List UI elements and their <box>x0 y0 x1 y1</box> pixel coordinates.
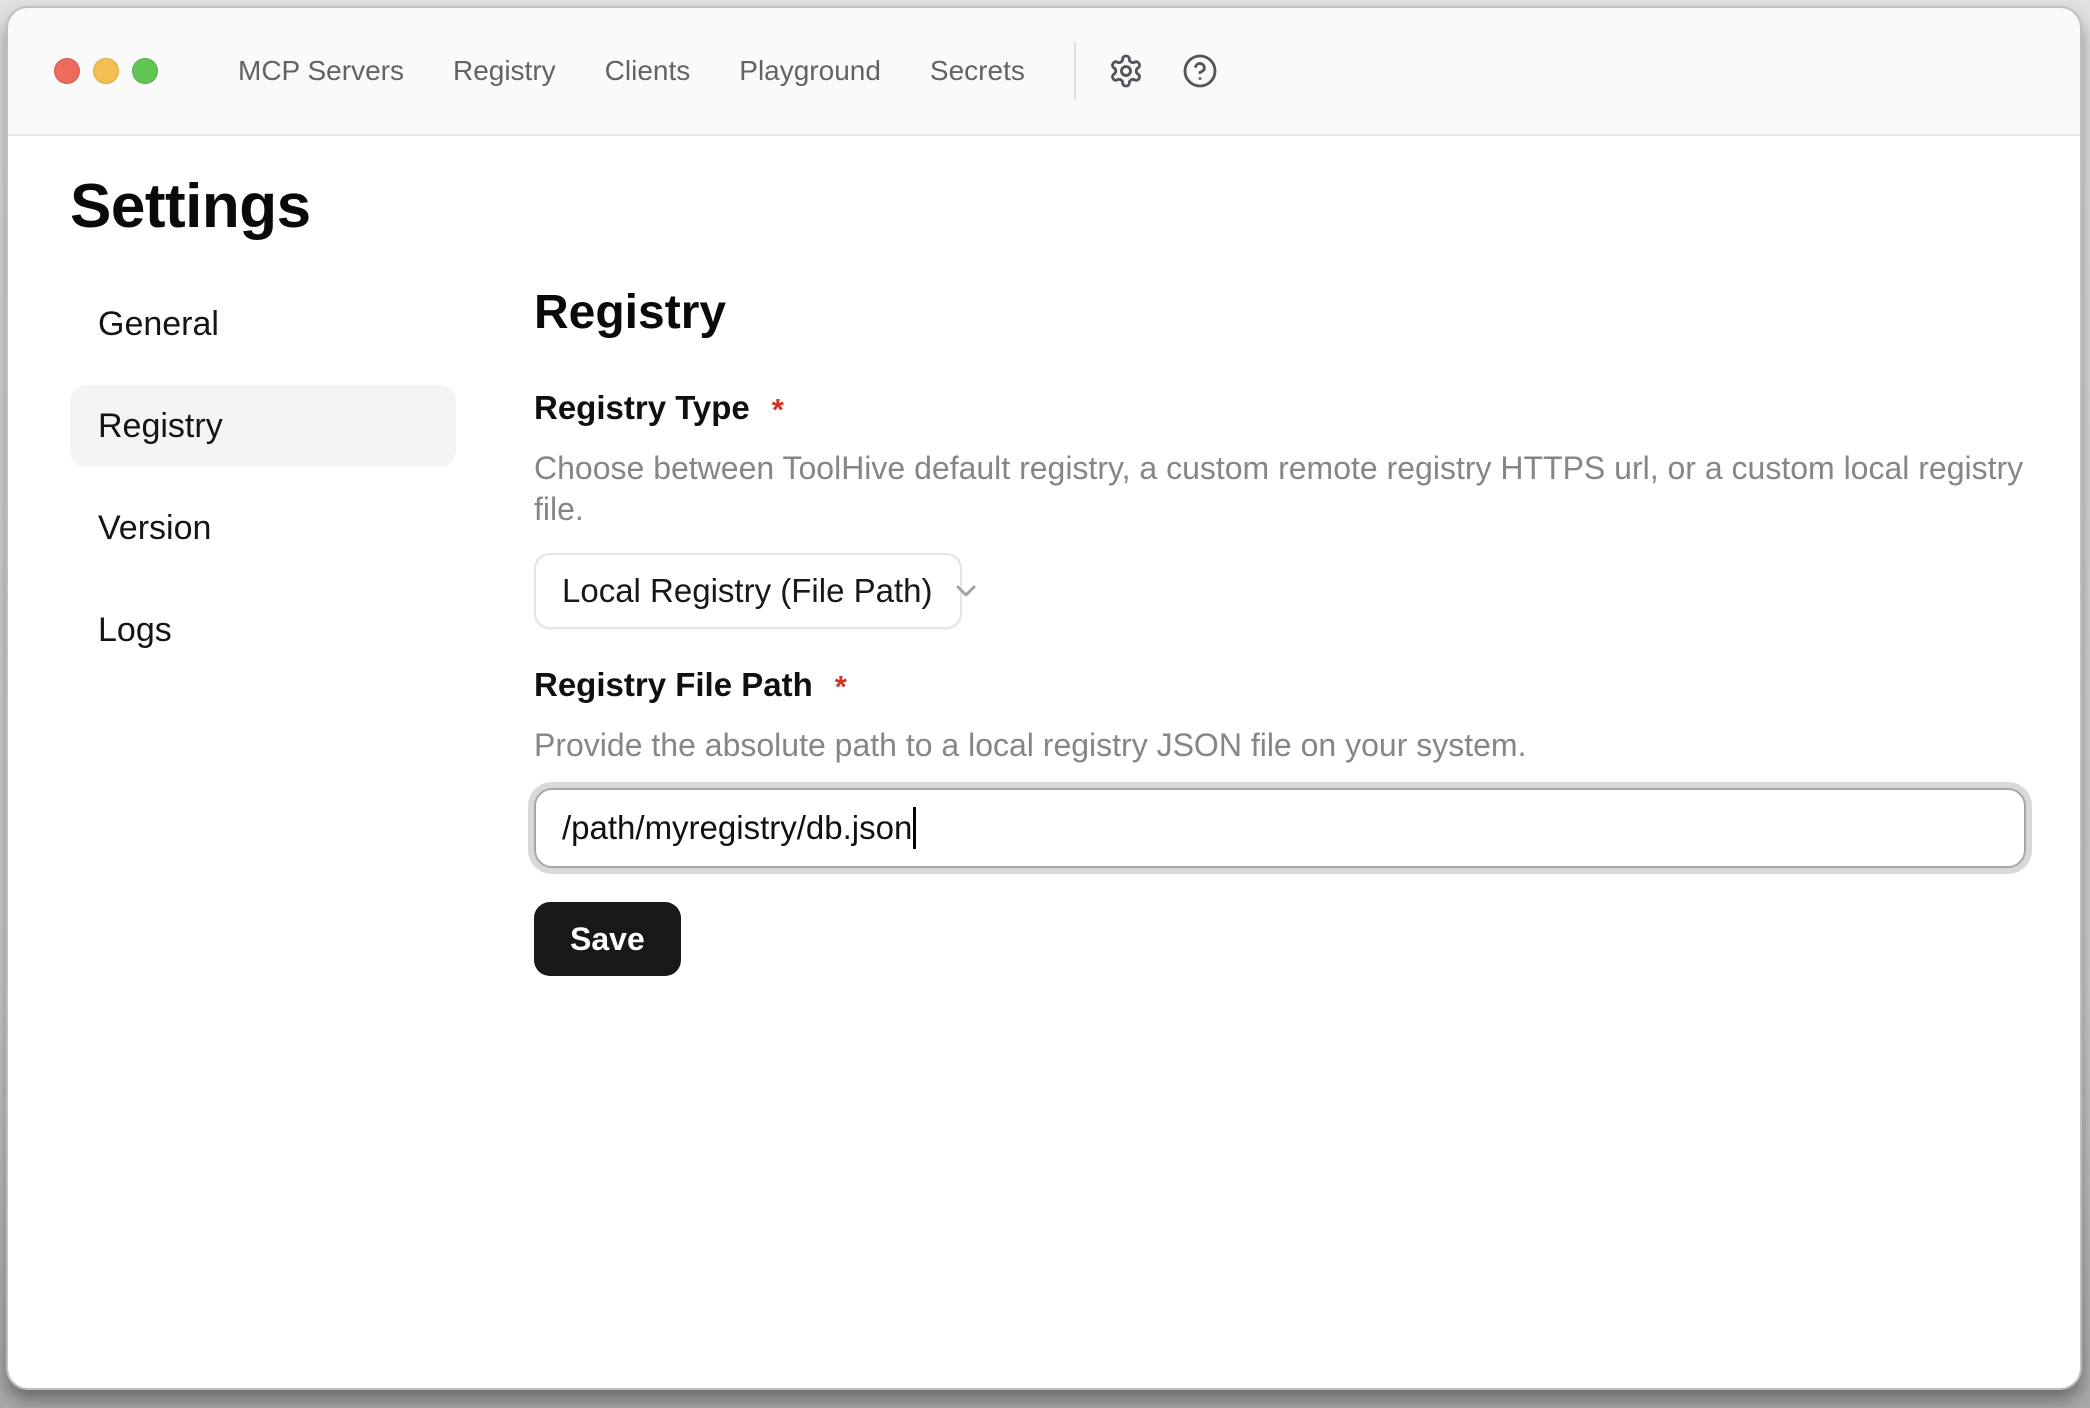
registry-file-path-input[interactable]: /path/myregistry/db.json <box>534 788 2026 868</box>
sidebar-item-logs[interactable]: Logs <box>70 589 456 671</box>
window-minimize-button[interactable] <box>93 58 119 84</box>
help-button[interactable] <box>1176 47 1224 95</box>
registry-type-select[interactable]: Local Registry (File Path) <box>534 553 962 629</box>
nav-item-secrets[interactable]: Secrets <box>930 55 1025 87</box>
window-zoom-button[interactable] <box>132 58 158 84</box>
nav-item-mcp-servers[interactable]: MCP Servers <box>238 55 404 87</box>
registry-file-path-value: /path/myregistry/db.json <box>562 809 912 847</box>
settings-page: Settings General Registry Version Logs R… <box>8 136 2080 1388</box>
top-nav: MCP Servers Registry Clients Playground … <box>238 55 1025 87</box>
registry-settings-panel: Registry Registry Type * Choose between … <box>534 283 2026 976</box>
sidebar-item-general[interactable]: General <box>70 283 456 365</box>
nav-item-clients[interactable]: Clients <box>605 55 691 87</box>
chevron-down-icon <box>932 575 982 607</box>
gear-icon <box>1108 53 1144 89</box>
registry-file-path-field: Registry File Path * Provide the absolut… <box>534 665 2026 868</box>
text-caret <box>913 807 916 849</box>
titlebar-divider <box>1074 42 1076 100</box>
registry-file-path-description: Provide the absolute path to a local reg… <box>534 725 2026 767</box>
app-window: MCP Servers Registry Clients Playground … <box>6 6 2082 1390</box>
required-asterisk: * <box>772 391 784 428</box>
sidebar-item-label: General <box>98 305 219 344</box>
registry-file-path-label: Registry File Path <box>534 665 813 705</box>
registry-type-field: Registry Type * Choose between ToolHive … <box>534 388 2026 629</box>
settings-sidebar: General Registry Version Logs <box>70 283 456 976</box>
help-circle-icon <box>1182 53 1218 89</box>
page-title: Settings <box>70 172 2080 241</box>
section-title: Registry <box>534 287 2026 340</box>
sidebar-item-label: Logs <box>98 611 172 650</box>
registry-type-description: Choose between ToolHive default registry… <box>534 448 2026 531</box>
settings-button[interactable] <box>1102 47 1150 95</box>
required-asterisk: * <box>835 668 847 705</box>
window-controls <box>54 58 158 84</box>
nav-item-playground[interactable]: Playground <box>739 55 881 87</box>
sidebar-item-version[interactable]: Version <box>70 487 456 569</box>
nav-item-registry[interactable]: Registry <box>453 55 556 87</box>
save-button[interactable]: Save <box>534 902 681 976</box>
sidebar-item-registry[interactable]: Registry <box>70 385 456 467</box>
sidebar-item-label: Version <box>98 509 211 548</box>
sidebar-item-label: Registry <box>98 407 223 446</box>
registry-type-label: Registry Type <box>534 388 750 428</box>
window-close-button[interactable] <box>54 58 80 84</box>
registry-type-selected-value: Local Registry (File Path) <box>562 572 932 610</box>
titlebar: MCP Servers Registry Clients Playground … <box>8 8 2080 136</box>
